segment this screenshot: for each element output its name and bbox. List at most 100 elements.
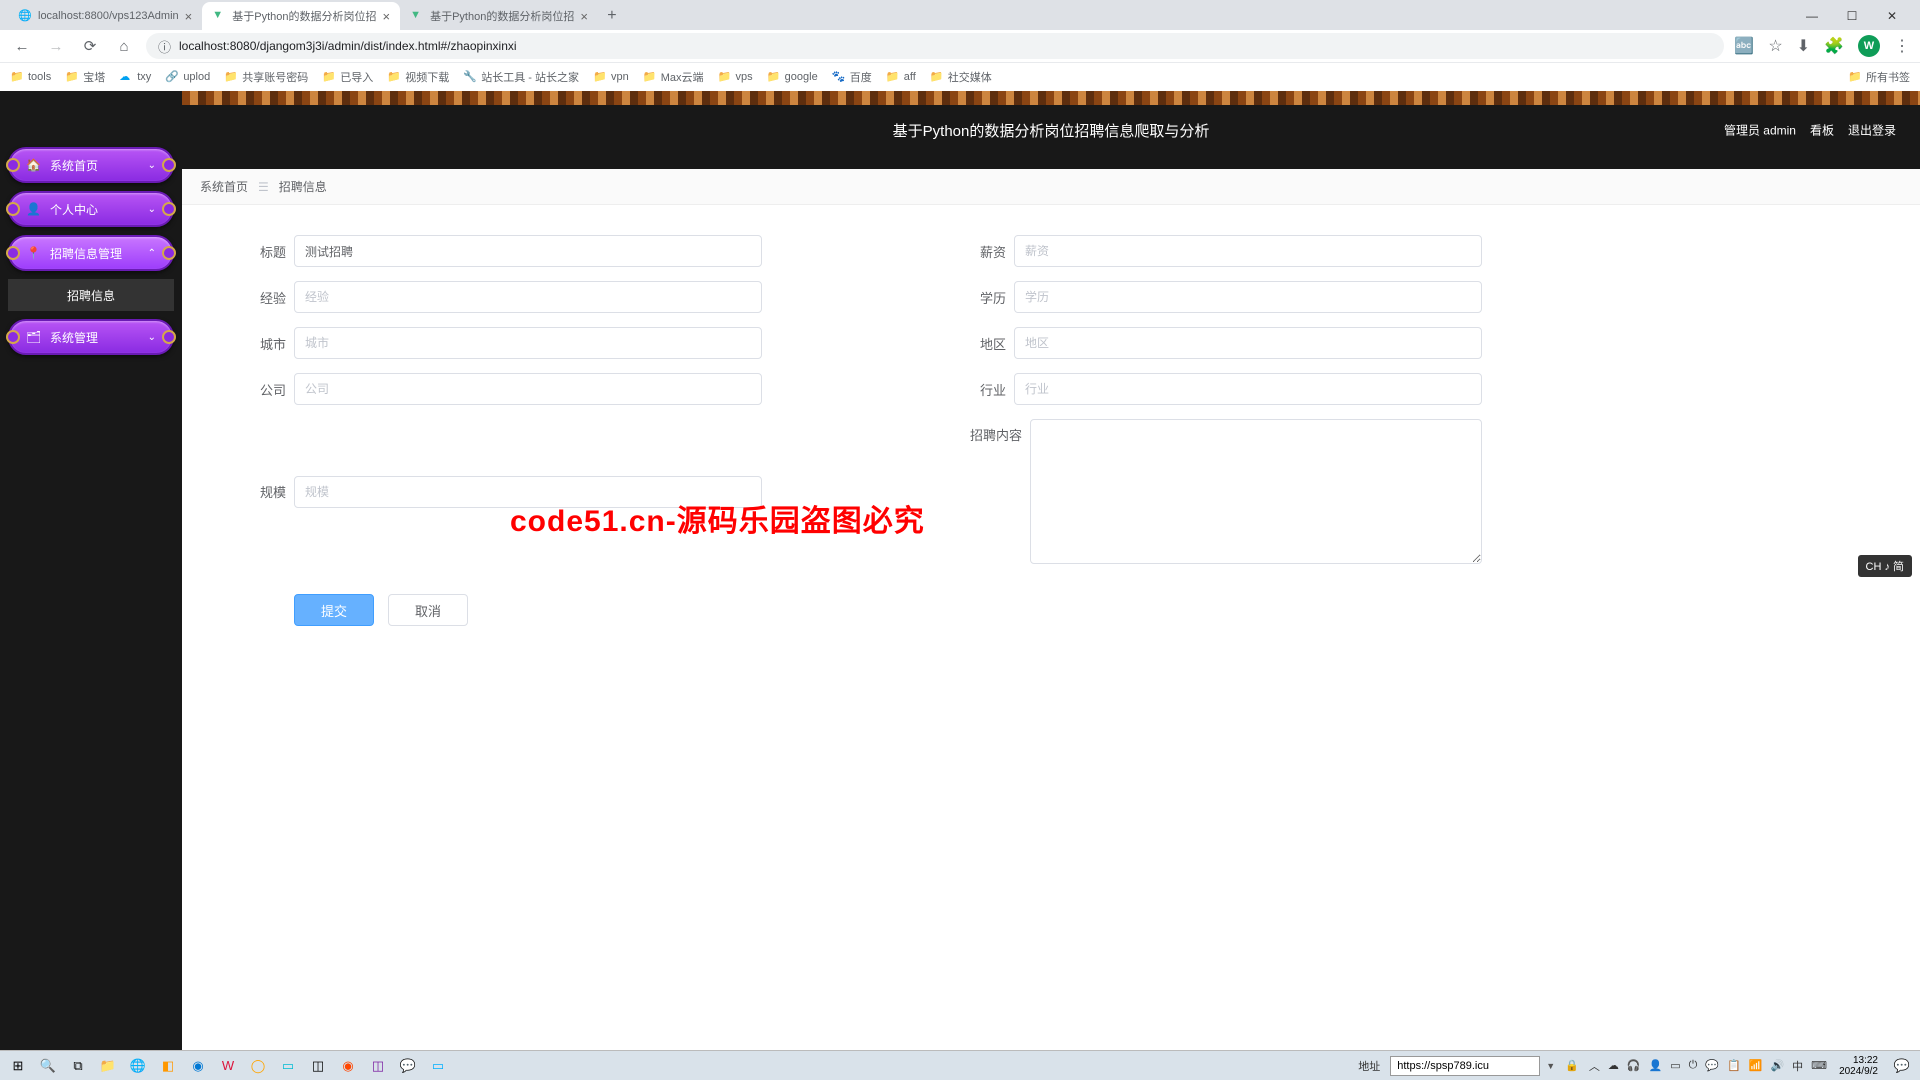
bookmark-uplod[interactable]: 🔗uplod	[165, 70, 210, 84]
tray-icon[interactable]: 🎧	[1627, 1059, 1641, 1072]
tray-icon[interactable]: ☁	[1608, 1059, 1619, 1072]
input-company[interactable]	[294, 373, 762, 405]
bookmark-shared[interactable]: 📁共享账号密码	[224, 69, 308, 85]
app-icon[interactable]: ◉	[336, 1054, 360, 1078]
input-exp[interactable]	[294, 281, 762, 313]
cancel-button[interactable]: 取消	[388, 594, 468, 626]
tray-icon[interactable]: ▭	[1670, 1059, 1680, 1072]
app-icon[interactable]: ◫	[306, 1054, 330, 1078]
bookmark-aff[interactable]: 📁aff	[886, 70, 916, 84]
link-icon: 🔗	[165, 70, 179, 84]
bookmark-vps[interactable]: 📁vps	[718, 70, 753, 84]
tray-icon[interactable]: 👤	[1649, 1059, 1663, 1072]
bookmark-social[interactable]: 📁社交媒体	[930, 69, 992, 85]
sidebar-subitem-recruit-info[interactable]: 招聘信息	[8, 279, 174, 311]
search-icon[interactable]: 🔍	[36, 1054, 60, 1078]
network-icon[interactable]: 📶	[1749, 1059, 1763, 1072]
app-icon[interactable]: ▭	[276, 1054, 300, 1078]
start-button[interactable]: ⊞	[6, 1054, 30, 1078]
sidebar-item-recruit[interactable]: 📍 招聘信息管理 ⌃	[8, 235, 174, 271]
input-title[interactable]	[294, 235, 762, 267]
tray-icon[interactable]: ⌨	[1811, 1059, 1827, 1072]
forward-button[interactable]: →	[44, 34, 68, 58]
minimize-button[interactable]: —	[1798, 2, 1826, 30]
label-content: 招聘内容	[962, 419, 1022, 444]
tray-icon[interactable]: ⏻	[1689, 1059, 1698, 1072]
ime-badge[interactable]: CH ♪ 简	[1858, 555, 1913, 577]
decorative-band	[182, 91, 1920, 105]
input-salary[interactable]	[1014, 235, 1482, 267]
browser-tab-0[interactable]: 🌐 localhost:8800/vps123Admin ×	[8, 2, 202, 30]
volume-icon[interactable]: 🔊	[1770, 1059, 1784, 1072]
input-scale[interactable]	[294, 476, 762, 508]
extensions-icon[interactable]: 🧩	[1824, 36, 1844, 56]
notification-icon[interactable]: 💬	[1890, 1054, 1914, 1078]
folder-icon: 📁	[65, 70, 79, 84]
close-icon[interactable]: ×	[185, 9, 193, 24]
input-edu[interactable]	[1014, 281, 1482, 313]
back-button[interactable]: ←	[10, 34, 34, 58]
menu-icon[interactable]: ⋮	[1894, 36, 1910, 56]
input-industry[interactable]	[1014, 373, 1482, 405]
translate-icon[interactable]: 🔤	[1734, 36, 1754, 56]
admin-label[interactable]: 管理员 admin	[1724, 122, 1796, 139]
bookmark-txy[interactable]: ☁txy	[119, 70, 151, 84]
bookmark-google[interactable]: 📁google	[767, 70, 818, 84]
profile-avatar[interactable]: W	[1858, 35, 1880, 57]
submit-button[interactable]: 提交	[294, 594, 374, 626]
close-icon[interactable]: ×	[383, 9, 391, 24]
system-tray: ︿ ☁ 🎧 👤 ▭ ⏻ 💬 📋 📶 🔊 中 ⌨	[1589, 1058, 1827, 1074]
logout-link[interactable]: 退出登录	[1848, 122, 1896, 139]
close-window-button[interactable]: ✕	[1878, 2, 1906, 30]
tray-chevron-icon[interactable]: ︿	[1589, 1058, 1600, 1074]
bookmark-import[interactable]: 📁已导入	[322, 69, 373, 85]
reload-button[interactable]: ⟳	[78, 34, 102, 58]
app-icon[interactable]: ◫	[366, 1054, 390, 1078]
maximize-button[interactable]: ☐	[1838, 2, 1866, 30]
ime-lang-icon[interactable]: 中	[1792, 1058, 1803, 1074]
download-icon[interactable]: ⬇	[1797, 36, 1810, 56]
bookmark-baidu[interactable]: 🐾百度	[832, 69, 872, 85]
bookmark-video[interactable]: 📁视频下载	[387, 69, 449, 85]
form-row-company: 公司	[242, 373, 762, 405]
home-button[interactable]: ⌂	[112, 34, 136, 58]
taskbar-url-input[interactable]	[1390, 1056, 1540, 1076]
explorer-icon[interactable]: 📁	[96, 1054, 120, 1078]
label-exp: 经验	[242, 288, 286, 307]
wechat-icon[interactable]: 💬	[396, 1054, 420, 1078]
site-info-icon[interactable]: ⓘ	[158, 37, 171, 56]
bookmark-vpn[interactable]: 📁vpn	[593, 70, 629, 84]
sidebar-item-system[interactable]: 🗂 系统管理 ⌄	[8, 319, 174, 355]
browser-tab-1[interactable]: ▼ 基于Python的数据分析岗位招 ×	[202, 2, 400, 30]
app-icon[interactable]: ◯	[246, 1054, 270, 1078]
sublime-icon[interactable]: ◧	[156, 1054, 180, 1078]
bookmark-star-icon[interactable]: ☆	[1768, 36, 1782, 56]
breadcrumb-home[interactable]: 系统首页	[200, 178, 248, 195]
sidebar-item-home[interactable]: 🏠 系统首页 ⌄	[8, 147, 174, 183]
new-tab-button[interactable]: +	[598, 2, 626, 30]
all-bookmarks[interactable]: 📁所有书签	[1848, 69, 1910, 85]
tray-icon[interactable]: 💬	[1705, 1059, 1719, 1072]
url-input[interactable]: ⓘ localhost:8080/djangom3j3i/admin/dist/…	[146, 33, 1724, 59]
chrome-icon[interactable]: 🌐	[126, 1054, 150, 1078]
edge-icon[interactable]: ◉	[186, 1054, 210, 1078]
close-icon[interactable]: ×	[580, 9, 588, 24]
folder-icon: 📁	[387, 70, 401, 84]
textarea-content[interactable]	[1030, 419, 1482, 564]
app-icon[interactable]: ▭	[426, 1054, 450, 1078]
bookmark-tools[interactable]: 📁tools	[10, 70, 51, 84]
taskview-icon[interactable]: ⧉	[66, 1054, 90, 1078]
bookmark-chinaz[interactable]: 🔧站长工具 - 站长之家	[463, 69, 579, 85]
dropdown-icon[interactable]: ▼	[1546, 1061, 1555, 1071]
bookmark-baota[interactable]: 📁宝塔	[65, 69, 105, 85]
input-region[interactable]	[1014, 327, 1482, 359]
kanban-link[interactable]: 看板	[1810, 122, 1834, 139]
lock-icon[interactable]: 🔒	[1565, 1059, 1579, 1072]
bookmark-max[interactable]: 📁Max云端	[643, 69, 704, 85]
taskbar-clock[interactable]: 13:22 2024/9/2	[1833, 1055, 1884, 1077]
browser-tab-2[interactable]: ▼ 基于Python的数据分析岗位招 ×	[400, 2, 598, 30]
input-city[interactable]	[294, 327, 762, 359]
tray-icon[interactable]: 📋	[1727, 1059, 1741, 1072]
app-icon[interactable]: W	[216, 1054, 240, 1078]
sidebar-item-profile[interactable]: 👤 个人中心 ⌄	[8, 191, 174, 227]
